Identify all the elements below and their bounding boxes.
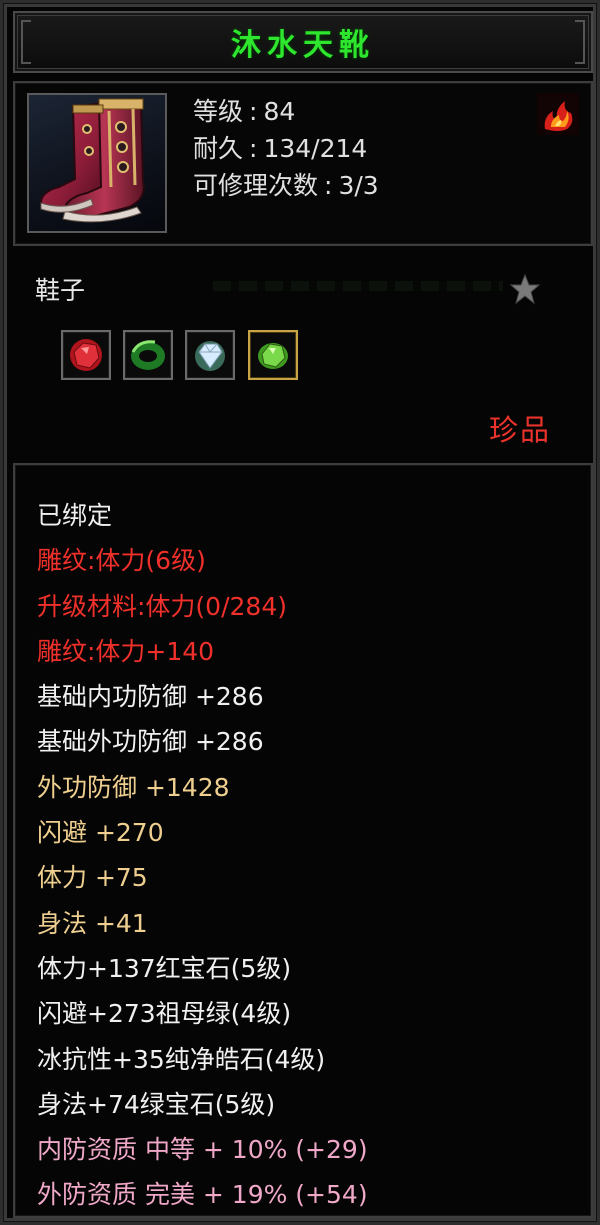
attribute-line: 外功防御 +1428 xyxy=(37,772,230,802)
attribute-line: 闪避 +270 xyxy=(37,818,164,848)
attribute-line: 身法+74绿宝石(5级) xyxy=(37,1089,276,1119)
attribute-line: 雕纹:体力(6级) xyxy=(37,546,206,576)
flame-icon xyxy=(537,93,579,135)
attribute-line: 基础外功防御 +286 xyxy=(37,727,264,757)
level-label: 等级 xyxy=(193,97,244,126)
durability-row: 耐久:134/214 xyxy=(193,130,379,167)
gem-slot-diamond[interactable] xyxy=(185,330,235,380)
durability-label: 耐久 xyxy=(193,134,244,163)
attributes-panel: 已绑定雕纹:体力(6级) 升级材料:体力(0/284) 雕纹:体力+140 基础内功防… xyxy=(13,463,593,1218)
star-icon[interactable] xyxy=(509,273,541,305)
durability-colon: : xyxy=(249,134,258,163)
attribute-line: 已绑定 xyxy=(37,501,113,530)
attribute-line: 基础内功防御 +286 xyxy=(37,682,264,712)
item-category: 鞋子 xyxy=(35,276,86,305)
level-row: 等级:84 xyxy=(193,93,379,130)
attribute-line: 内防资质 中等 + 10% (+29) xyxy=(37,1135,368,1165)
repair-row: 可修理次数:3/3 xyxy=(193,167,379,204)
repair-colon: : xyxy=(324,171,333,200)
attribute-line: 外防资质 完美 + 19% (+54) xyxy=(37,1180,368,1210)
attribute-line: 体力 +75 xyxy=(37,863,148,893)
attribute-line: 身法 +41 xyxy=(37,908,148,938)
attribute-line: 雕纹:体力+140 xyxy=(37,636,215,666)
boots-icon xyxy=(39,97,145,223)
ruby-gem-icon xyxy=(70,339,102,371)
category-divider xyxy=(213,281,503,291)
durability-value: 134/214 xyxy=(263,134,368,163)
item-icon-frame xyxy=(27,93,167,233)
title-corner-right xyxy=(575,20,585,64)
gem-slot-emerald[interactable] xyxy=(123,330,173,380)
gem-slot-ruby[interactable] xyxy=(61,330,111,380)
attribute-line: 冰抗性+35纯净皓石(4级) xyxy=(37,1044,326,1074)
attribute-line: 体力+137红宝石(5级) xyxy=(37,953,292,983)
item-stats: 等级:84 耐久:134/214 可修理次数:3/3 xyxy=(193,93,379,204)
repair-value: 3/3 xyxy=(338,171,379,200)
attribute-line: 闪避+273祖母绿(4级) xyxy=(37,999,292,1029)
level-colon: : xyxy=(249,97,258,126)
item-tooltip: 沐水天靴 等级: 84 耐久: 134/214 可修理次数: 3/3 鞋子… xyxy=(0,0,600,1225)
diamond-gem-icon xyxy=(195,341,225,371)
item-header: 等级:84 耐久:134/214 可修理次数:3/3 xyxy=(13,81,593,246)
title-bar: 沐水天靴 xyxy=(13,11,593,73)
green-gem-icon xyxy=(258,343,288,369)
repair-label: 可修理次数 xyxy=(193,171,319,200)
attributes-list: 已绑定雕纹:体力(6级) 升级材料:体力(0/284) 雕纹:体力+140 基础内功防… xyxy=(37,493,368,1218)
level-value: 84 xyxy=(263,97,296,126)
rarity-label: 珍品 xyxy=(488,413,551,447)
title-corner-left xyxy=(21,20,31,64)
attribute-line: 升级材料:体力(0/284) xyxy=(37,591,287,621)
gem-slot-green[interactable] xyxy=(248,330,298,380)
item-name: 沐水天靴 xyxy=(231,28,375,63)
emerald-ring-icon xyxy=(131,340,165,370)
